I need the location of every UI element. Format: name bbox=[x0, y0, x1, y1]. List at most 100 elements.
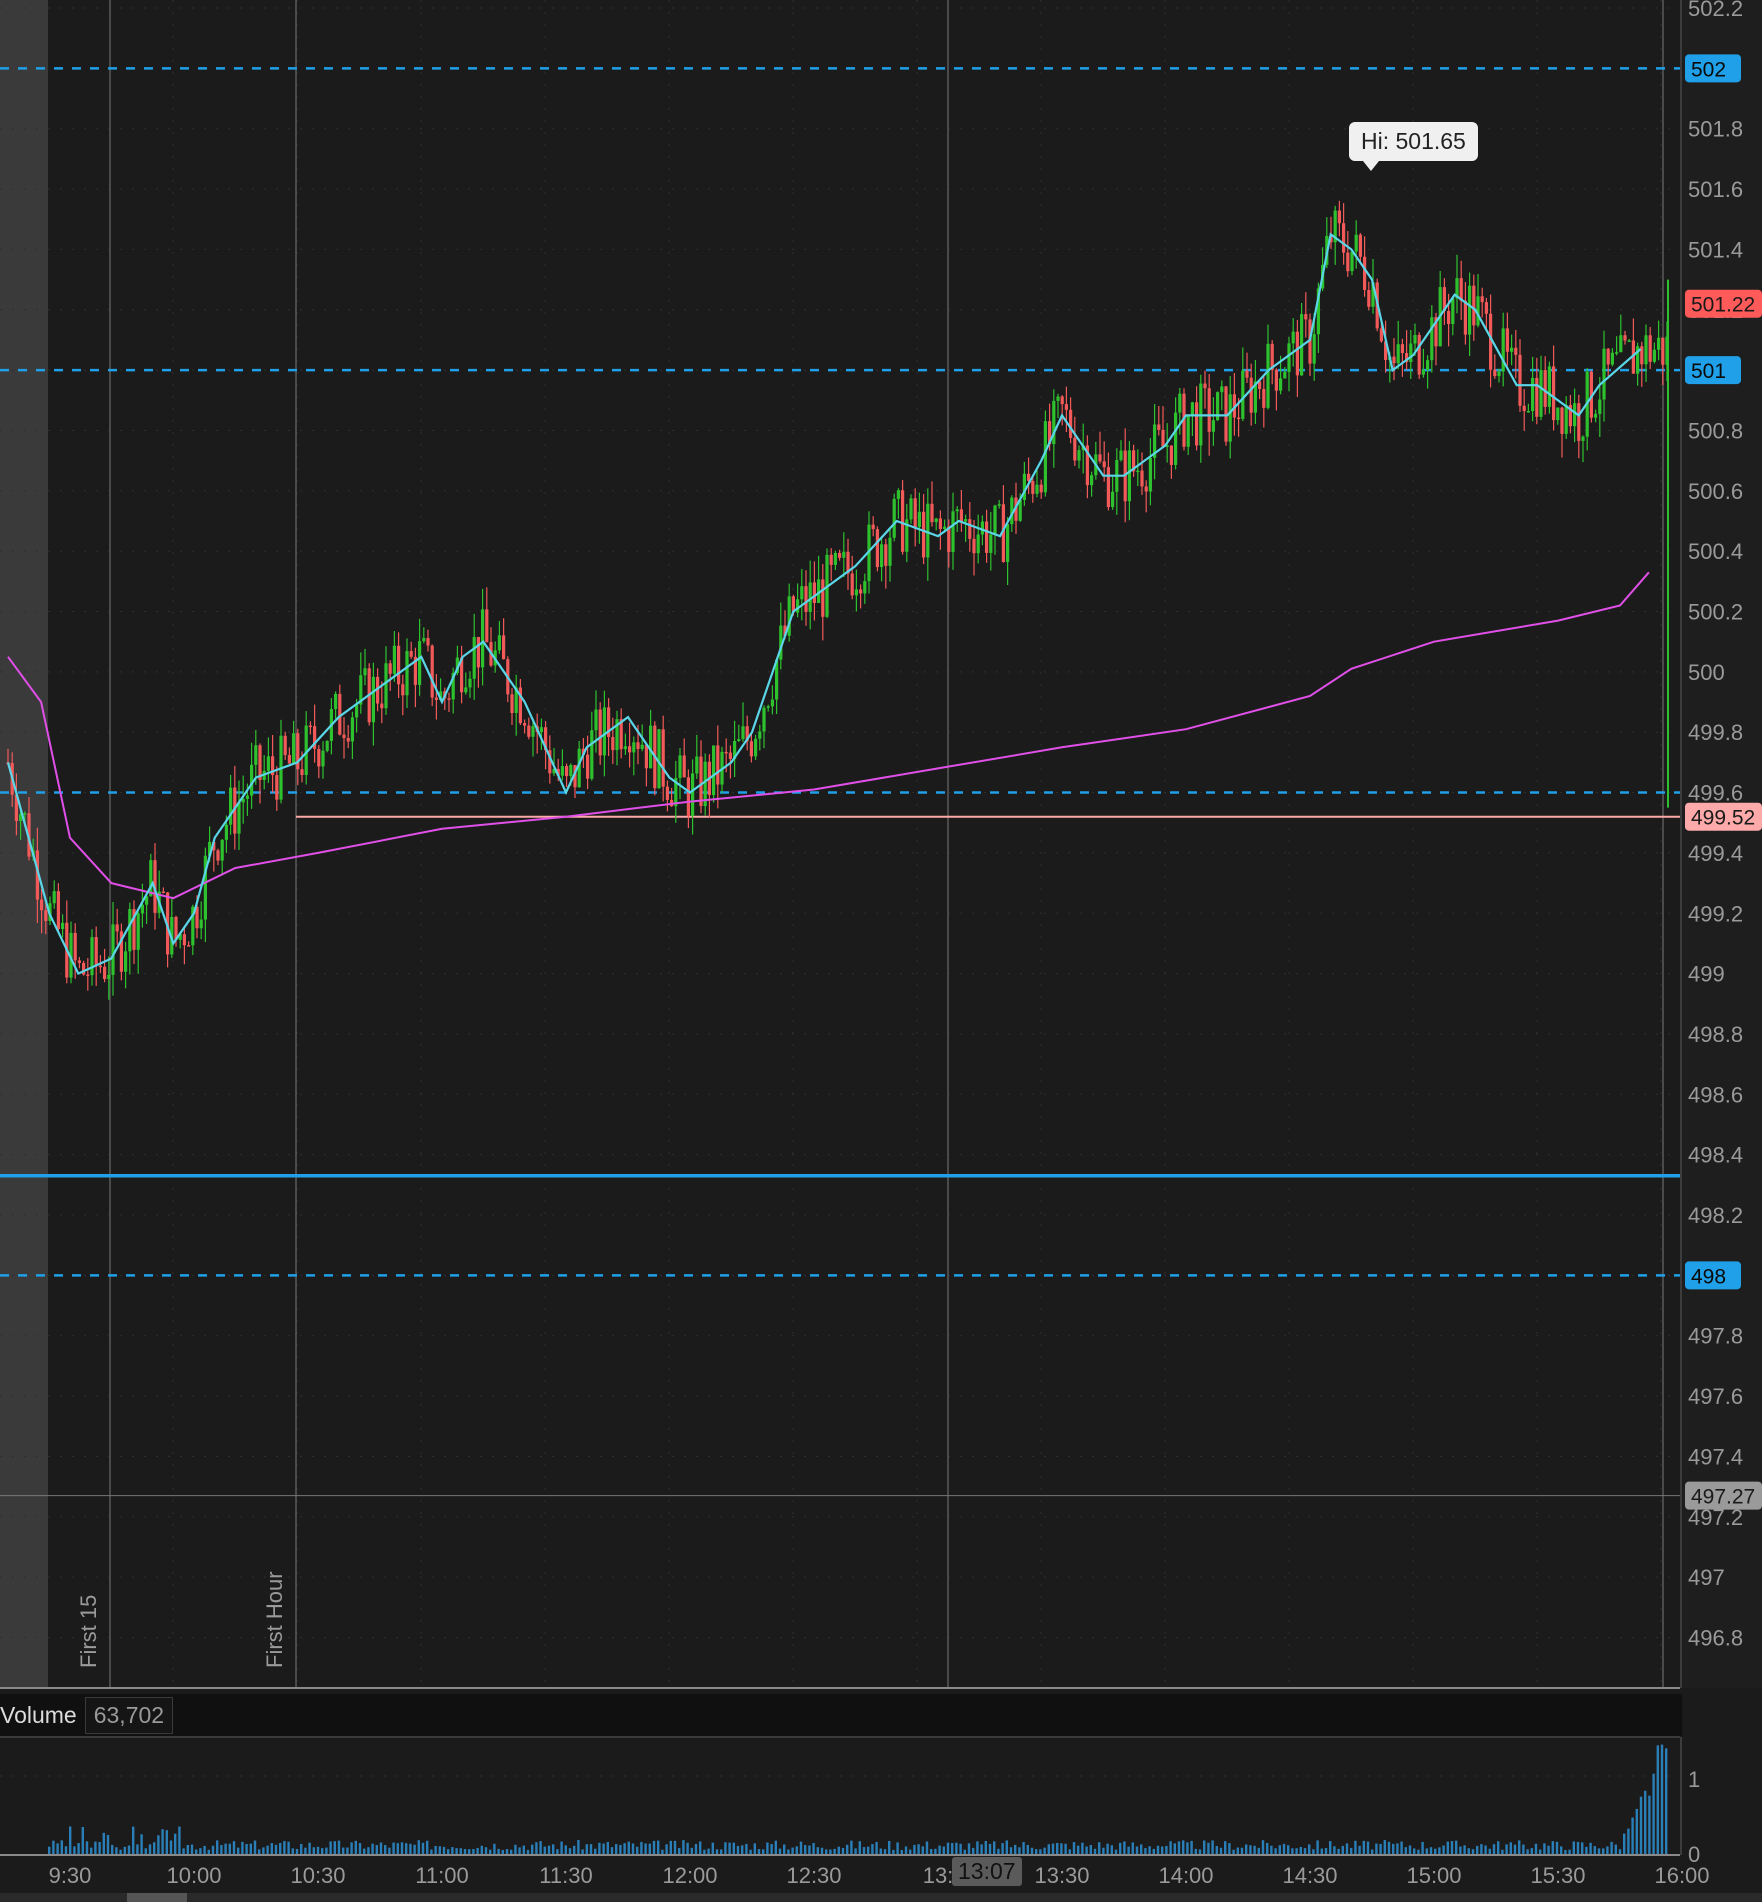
candle-body bbox=[1661, 337, 1665, 365]
volume-bar bbox=[1618, 1849, 1622, 1854]
candle-body bbox=[1463, 300, 1467, 335]
candle-body bbox=[1102, 461, 1106, 468]
volume-bar bbox=[501, 1849, 504, 1854]
candle-body bbox=[1598, 399, 1602, 414]
candle-body bbox=[380, 703, 384, 709]
candle-body bbox=[754, 738, 758, 757]
prev-close-tag: 499.52 bbox=[1691, 807, 1755, 830]
candle-body bbox=[926, 503, 930, 558]
candle-body bbox=[77, 960, 81, 963]
volume-bar bbox=[1610, 1841, 1613, 1854]
bottom-scrollbar[interactable] bbox=[0, 1893, 1762, 1902]
volume-bar bbox=[1438, 1847, 1441, 1854]
volume-bars bbox=[48, 1744, 1668, 1854]
volume-bar bbox=[1425, 1848, 1428, 1854]
volume-bar bbox=[1450, 1841, 1454, 1854]
candle-body bbox=[1106, 467, 1110, 508]
candle-body bbox=[1266, 343, 1270, 408]
volume-bar bbox=[455, 1848, 458, 1854]
candle-body bbox=[1022, 473, 1026, 501]
candle-body bbox=[90, 937, 94, 976]
volume-bar bbox=[1165, 1845, 1168, 1854]
volume-bar bbox=[778, 1848, 782, 1854]
volume-bar bbox=[1505, 1844, 1508, 1854]
session-marker-label: First Hour bbox=[262, 1571, 287, 1668]
volume-bar bbox=[1358, 1845, 1361, 1854]
volume-bar bbox=[1648, 1795, 1651, 1854]
candle-body bbox=[644, 744, 648, 769]
volume-bar bbox=[598, 1842, 601, 1854]
candle-body bbox=[510, 694, 514, 713]
volume-bar bbox=[153, 1842, 156, 1854]
volume-bar bbox=[1114, 1849, 1118, 1854]
volume-bar bbox=[1295, 1848, 1298, 1854]
volume-bar bbox=[413, 1844, 416, 1854]
volume-bar bbox=[1169, 1841, 1172, 1854]
volume-bar bbox=[1631, 1817, 1634, 1854]
candle-body bbox=[766, 706, 770, 708]
volume-bar bbox=[766, 1842, 769, 1854]
volume-bar bbox=[648, 1843, 651, 1854]
candle-body bbox=[245, 795, 249, 799]
volume-bar bbox=[1068, 1849, 1071, 1854]
price-tick-label: 501.4 bbox=[1688, 237, 1743, 262]
volume-bar bbox=[1232, 1849, 1235, 1854]
volume-bar bbox=[266, 1845, 269, 1854]
price-tick-label: 500 bbox=[1688, 660, 1725, 685]
volume-bar bbox=[237, 1847, 240, 1854]
volume-bar bbox=[1501, 1849, 1504, 1854]
volume-title: Volume bbox=[0, 1701, 77, 1728]
candle-body bbox=[1358, 234, 1362, 257]
volume-bar bbox=[694, 1844, 698, 1854]
candle-body bbox=[871, 524, 875, 530]
candle-body bbox=[602, 707, 606, 756]
time-tick-label: 9:30 bbox=[49, 1863, 92, 1888]
chart-canvas[interactable]: 502.2501.8501.6501.4501.2500.8500.6500.4… bbox=[0, 0, 1762, 1902]
price-tick-label: 498.8 bbox=[1688, 1022, 1743, 1047]
price-tick-label: 501.8 bbox=[1688, 117, 1743, 142]
volume-bar bbox=[1110, 1845, 1113, 1854]
volume-bar bbox=[489, 1849, 492, 1854]
candle-body bbox=[632, 742, 636, 753]
candle-body bbox=[409, 651, 413, 657]
volume-bar bbox=[1261, 1840, 1265, 1854]
candle-body bbox=[1560, 407, 1564, 434]
candle-body bbox=[1392, 356, 1396, 364]
candle-body bbox=[111, 924, 115, 975]
volume-bar bbox=[400, 1842, 404, 1854]
candle-body bbox=[699, 756, 703, 807]
volume-bar bbox=[1442, 1845, 1445, 1854]
price-tick-label: 500.8 bbox=[1688, 418, 1743, 443]
volume-bar bbox=[829, 1849, 832, 1854]
candle-body bbox=[447, 698, 451, 700]
candle-body bbox=[98, 965, 102, 968]
candle-body bbox=[1073, 437, 1077, 461]
candle-body bbox=[346, 737, 350, 742]
candle-body bbox=[972, 538, 976, 554]
volume-bar bbox=[1085, 1846, 1088, 1854]
volume-bar bbox=[1089, 1845, 1092, 1854]
volume-bar bbox=[715, 1849, 719, 1854]
volume-bar bbox=[337, 1840, 341, 1854]
volume-bar bbox=[560, 1841, 563, 1854]
volume-bar bbox=[686, 1842, 689, 1854]
volume-bar bbox=[1211, 1840, 1214, 1854]
candle-body bbox=[539, 727, 543, 733]
candle-body bbox=[1531, 377, 1535, 412]
volume-bar bbox=[682, 1840, 685, 1854]
volume-bar bbox=[988, 1843, 992, 1854]
candle-body bbox=[1581, 436, 1585, 441]
candle-body bbox=[686, 777, 690, 816]
candle-body bbox=[724, 751, 728, 754]
volume-bar bbox=[1413, 1848, 1416, 1854]
candle-body bbox=[1274, 369, 1278, 391]
volume-bar bbox=[1379, 1843, 1382, 1854]
candle-body bbox=[1064, 404, 1068, 410]
scrollbar-thumb[interactable] bbox=[127, 1893, 187, 1902]
session-marker-label: First 15 bbox=[76, 1595, 101, 1668]
candle-body bbox=[1098, 454, 1102, 462]
volume-bar bbox=[321, 1848, 324, 1854]
volume-bar bbox=[762, 1849, 765, 1854]
candle-body bbox=[136, 913, 140, 950]
candle-body bbox=[44, 910, 48, 921]
